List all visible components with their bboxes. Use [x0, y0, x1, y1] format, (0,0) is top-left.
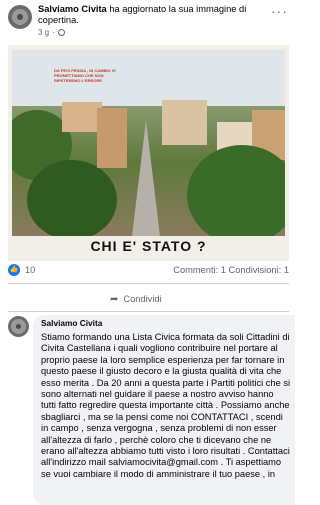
reactions-count[interactable]: 10	[25, 265, 35, 275]
share-icon: ➦	[110, 293, 119, 305]
commenter-name[interactable]: Salviamo Civita	[41, 318, 102, 328]
divider	[8, 311, 289, 312]
more-options-icon[interactable]: ···	[271, 4, 288, 18]
author-name[interactable]: Salviamo Civita	[38, 4, 107, 14]
photo-overlay-text: DA PECI PENSIA , IN CAMBIO VI PROMETTIAM…	[54, 68, 116, 83]
divider	[8, 283, 289, 284]
comment-bubble: Salviamo Civita Stiamo formando una List…	[33, 315, 295, 505]
comments-shares-count[interactable]: Commenti: 1 Condivisioni: 1	[173, 265, 289, 275]
photo-caption: CHI E' STATO ?	[90, 238, 207, 254]
post-time[interactable]: 3 g	[38, 28, 49, 37]
post-header: Salviamo Civita ha aggiornato la sua imm…	[0, 0, 295, 44]
cover-photo[interactable]: DA PECI PENSIA , IN CAMBIO VI PROMETTIAM…	[8, 45, 289, 261]
town-photo: DA PECI PENSIA , IN CAMBIO VI PROMETTIAM…	[12, 50, 285, 236]
globe-icon	[57, 29, 65, 36]
comment: Salviamo Civita Stiamo formando una List…	[0, 315, 295, 505]
comment-text: Stiamo formando una Lista Civica formata…	[41, 332, 291, 479]
post-header-text: Salviamo Civita ha aggiornato la sua imm…	[38, 4, 273, 26]
action-bar: ➦ Condividi	[0, 288, 295, 310]
post-meta: 3 g ·	[38, 28, 65, 37]
commenter-avatar[interactable]	[8, 316, 29, 337]
post-stats: 👍 10 Commenti: 1 Condivisioni: 1	[8, 264, 289, 278]
like-reaction-icon[interactable]: 👍	[8, 264, 20, 276]
share-label: Condividi	[123, 294, 162, 304]
share-button[interactable]: ➦ Condividi	[110, 291, 200, 307]
avatar[interactable]	[8, 5, 32, 29]
